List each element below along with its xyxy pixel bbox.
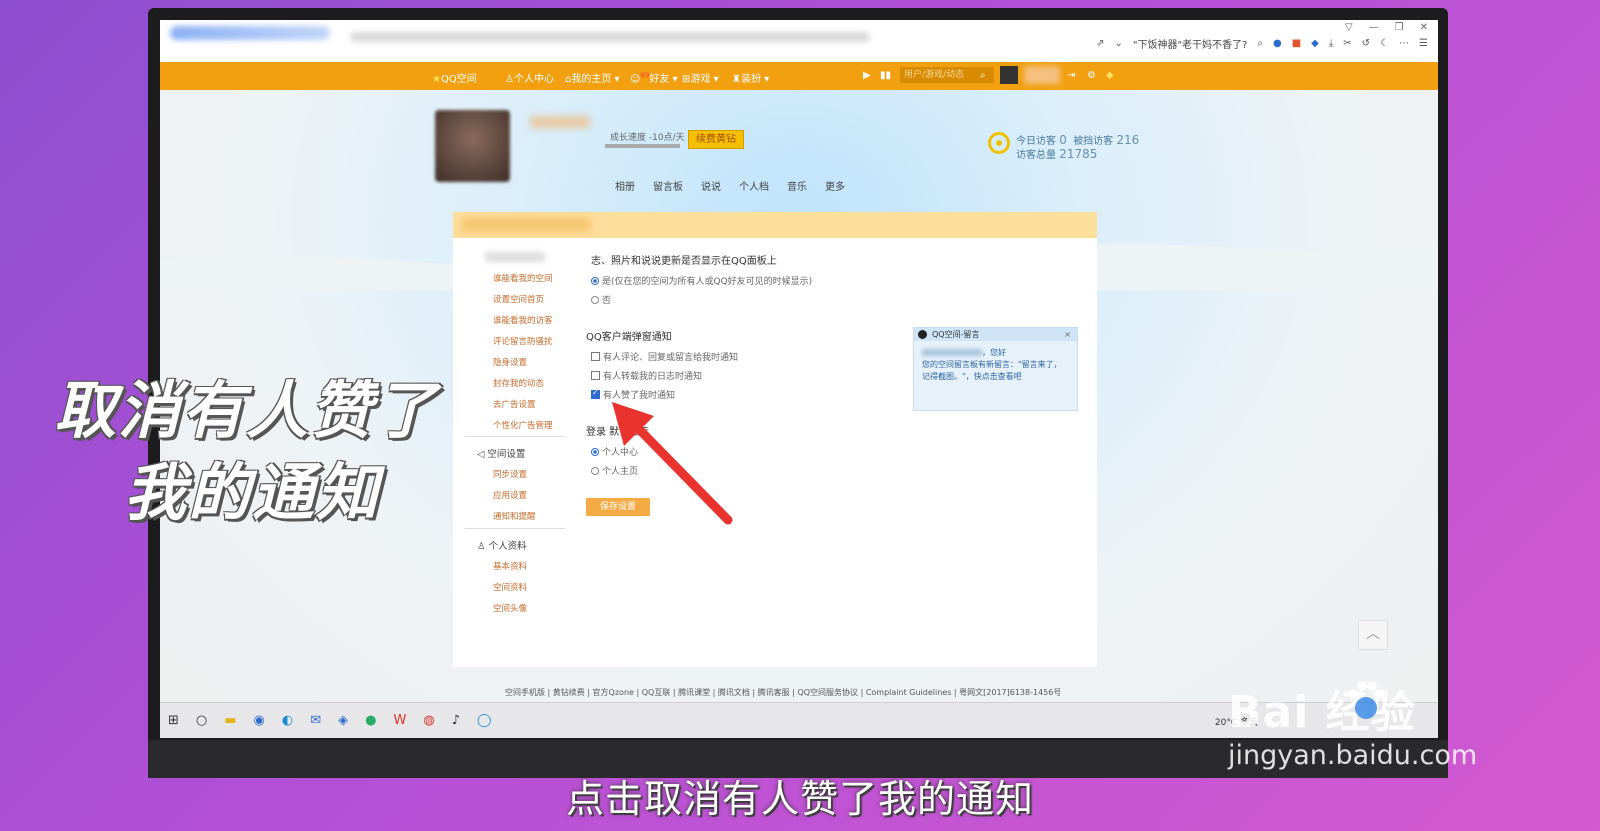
caption-line-1: 取消有人赞了 bbox=[54, 374, 439, 447]
caption-line-2: 我的通知 bbox=[124, 456, 381, 529]
video-subtitle: 点击取消有人赞了我的通知 bbox=[565, 777, 1034, 821]
baidu-paw-icon bbox=[1348, 681, 1385, 719]
overlay-caption: 取消有人赞了 我的通知 bbox=[54, 370, 494, 534]
watermark-url: jingyan.baidu.com bbox=[1228, 740, 1478, 771]
baidu-jingyan-watermark: Bai 经验 jingyan.baidu.com bbox=[1228, 676, 1477, 771]
arrow-shaft bbox=[627, 417, 733, 525]
